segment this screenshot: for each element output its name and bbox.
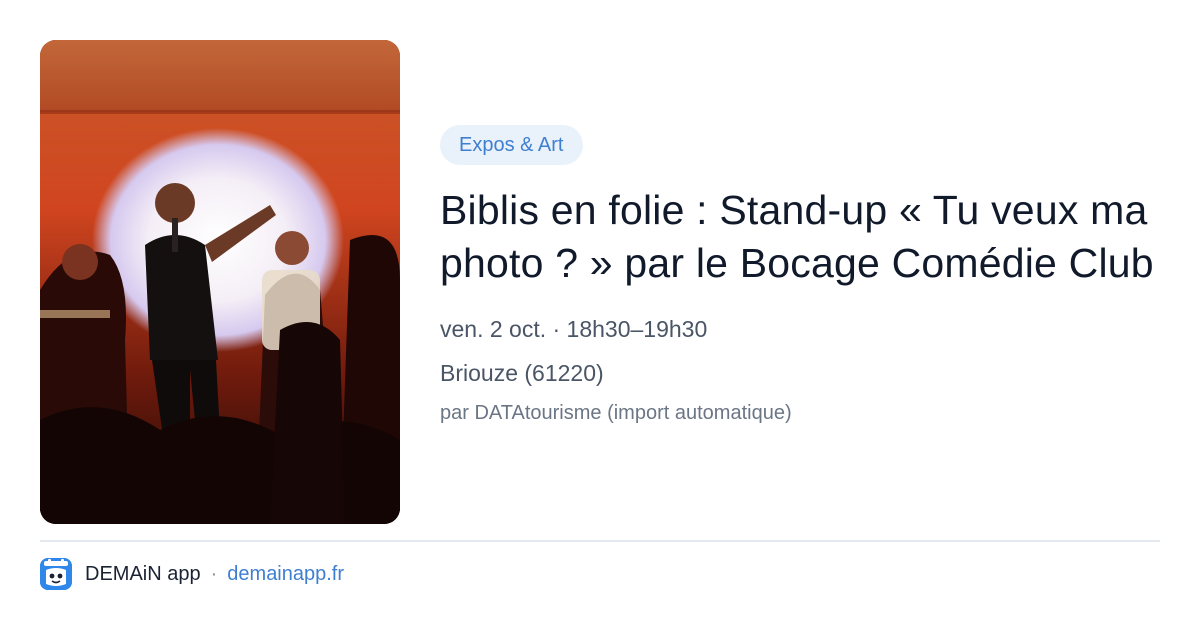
footer-divider — [40, 540, 1160, 542]
event-location: Briouze (61220) — [440, 360, 604, 386]
app-domain-link[interactable]: demainapp.fr — [227, 563, 344, 586]
event-photo[interactable] — [40, 40, 400, 524]
app-logo-icon[interactable] — [40, 558, 72, 590]
event-title[interactable]: Biblis en folie : Stand-up « Tu veux ma … — [440, 184, 1160, 290]
event-datetime: ven. 2 oct. · 18h30–19h30 — [440, 316, 708, 342]
event-photo-image — [40, 40, 400, 524]
event-share-card: Expos & Art Biblis en folie : Stand-up «… — [0, 0, 1200, 630]
footer-separator: · — [210, 562, 218, 585]
app-name: DEMAiN app — [85, 562, 201, 585]
footer: DEMAiN app · demainapp.fr — [40, 558, 344, 590]
category-chip[interactable]: Expos & Art — [440, 125, 583, 165]
event-info: Expos & Art Biblis en folie : Stand-up «… — [440, 125, 1160, 426]
event-source: par DATAtourisme (import automatique) — [440, 402, 792, 424]
